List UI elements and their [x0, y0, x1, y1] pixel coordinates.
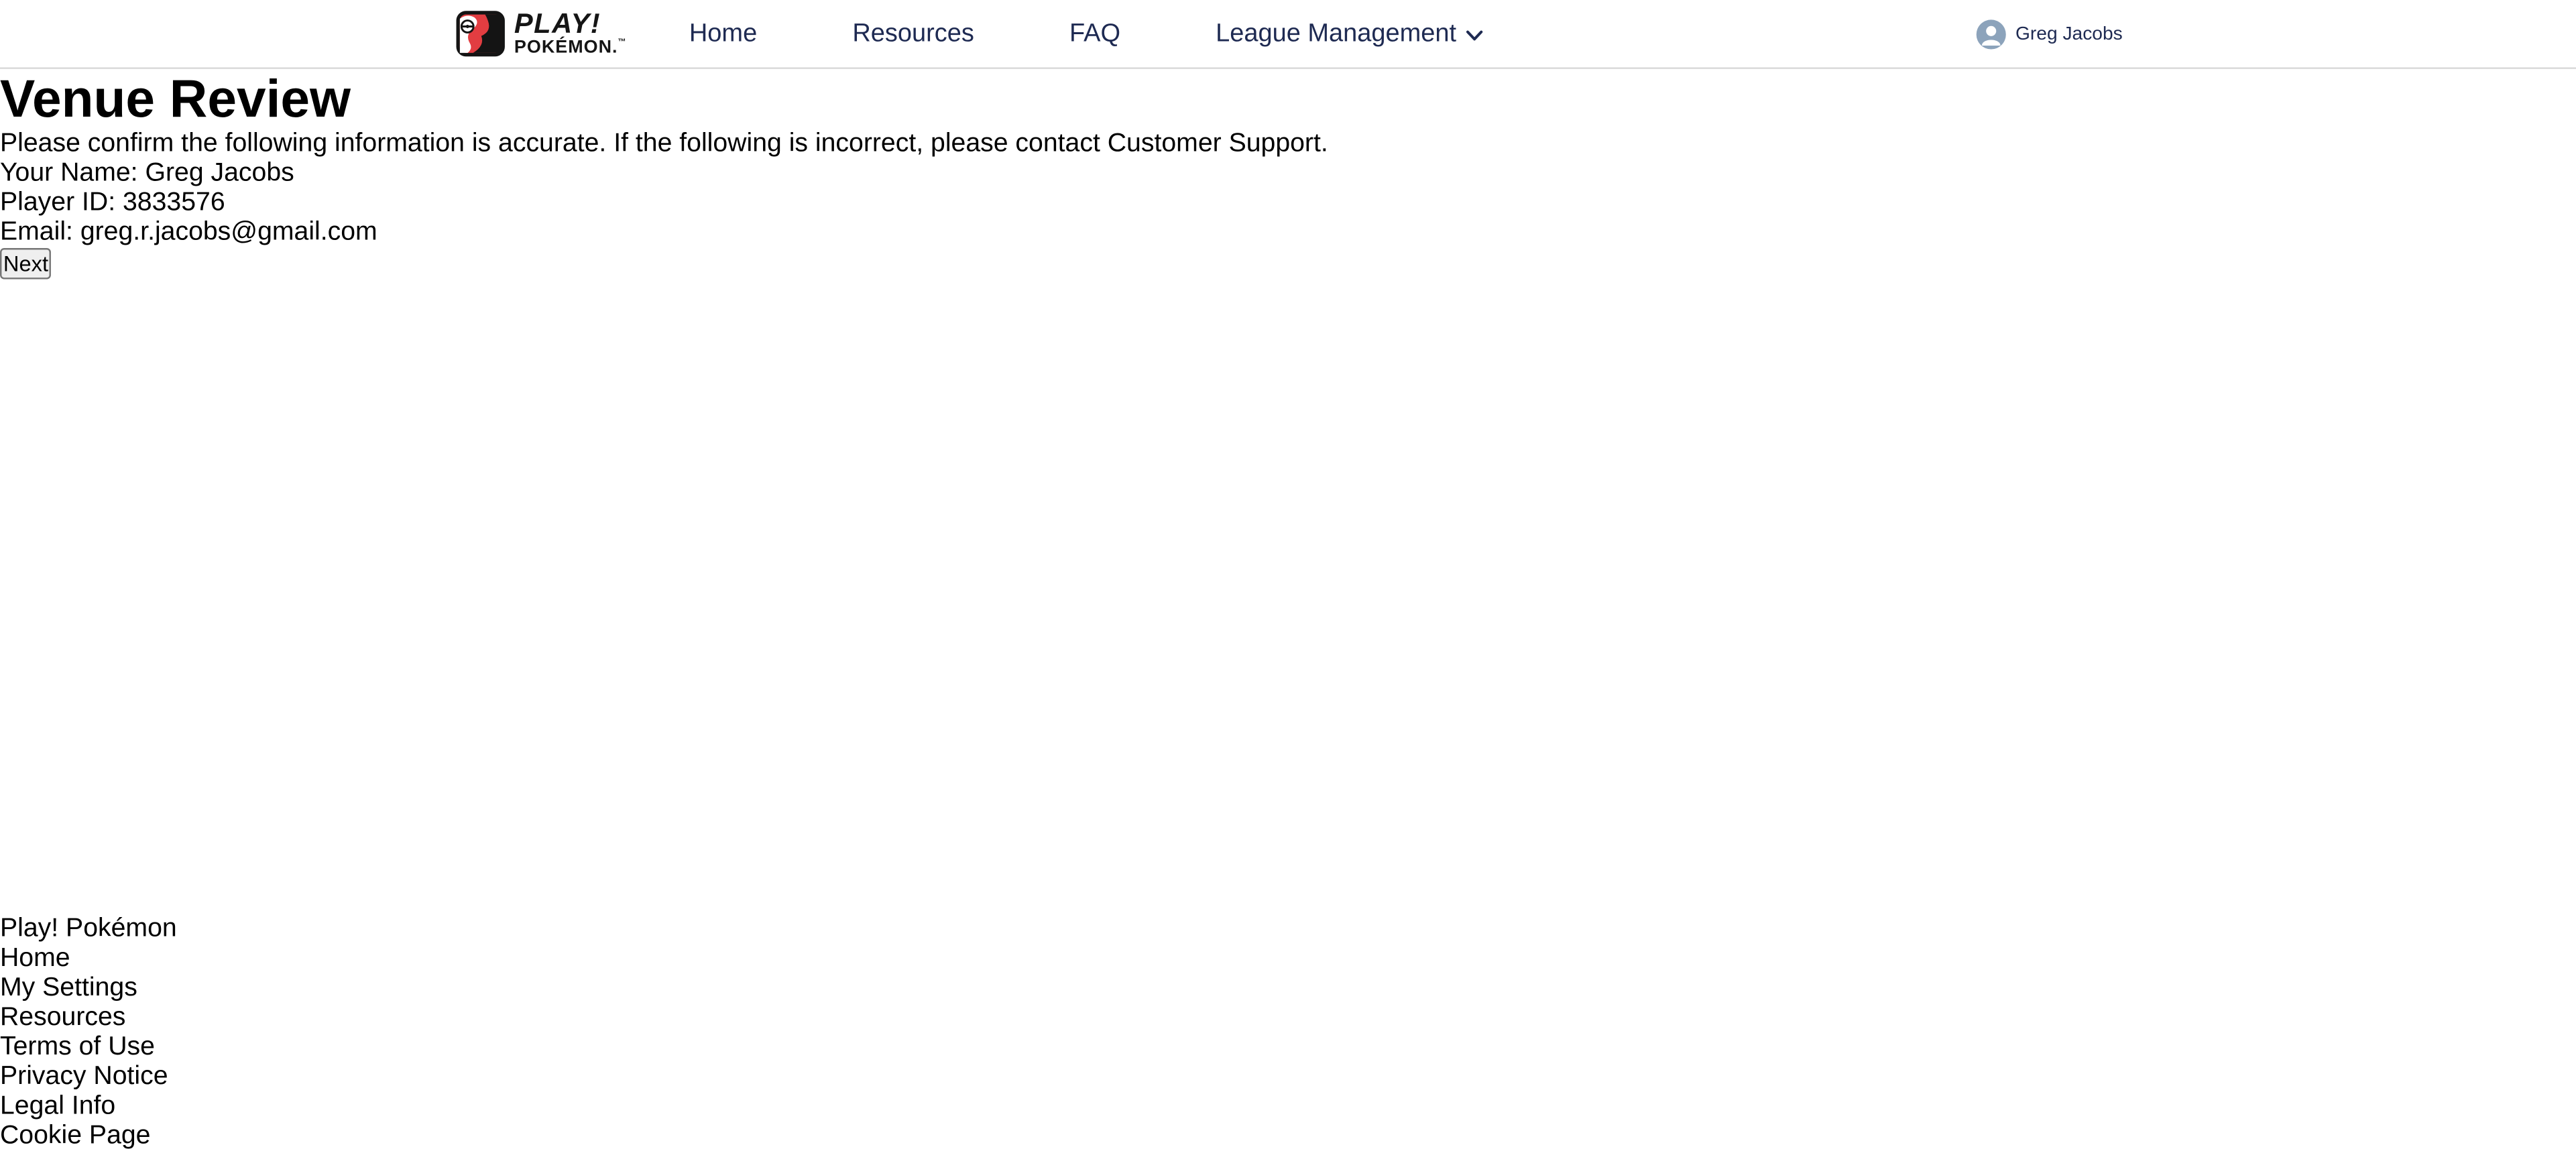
- play-pokemon-logo-icon: [453, 8, 508, 59]
- play-pokemon-logo[interactable]: PLAY! POKÉMON.™: [453, 8, 627, 59]
- footer-link-privacy-notice[interactable]: Privacy Notice: [0, 1063, 2576, 1092]
- footer-link-my-settings[interactable]: My Settings: [0, 974, 2576, 1004]
- card-footer: Next: [0, 248, 2576, 280]
- footer-col-resources: Resources Terms of Use Privacy Notice Le…: [0, 1004, 2576, 1149]
- footer-heading-resources: Resources: [0, 1004, 2576, 1033]
- content-panel: Venue Review Please confirm the followin…: [0, 69, 2576, 280]
- navbar-inner: PLAY! POKÉMON.™ Home Resources FAQ Leagu…: [453, 0, 2122, 67]
- user-menu[interactable]: Greg Jacobs: [1976, 19, 2123, 48]
- player-info: Your Name: Greg Jacobs Player ID: 383357…: [0, 160, 2576, 248]
- nav-item-league-management[interactable]: League Management: [1216, 19, 1484, 48]
- footer-heading-play-pokemon: Play! Pokémon: [0, 915, 2576, 945]
- page-footer: Play! Pokémon Home My Settings Resources…: [0, 915, 2576, 1149]
- footer-col-play-pokemon: Play! Pokémon Home My Settings: [0, 915, 2576, 1004]
- footer-links-play-pokemon: Home My Settings: [0, 945, 2576, 1004]
- footer-link-legal-info[interactable]: Legal Info: [0, 1092, 2576, 1122]
- page-title: Venue Review: [0, 69, 2576, 130]
- top-navbar: PLAY! POKÉMON.™ Home Resources FAQ Leagu…: [0, 0, 2576, 69]
- main-nav: Home Resources FAQ League Management: [689, 19, 1484, 48]
- next-button[interactable]: Next: [0, 248, 52, 280]
- main-background: Venue Review Please confirm the followin…: [0, 69, 2576, 915]
- nav-item-faq[interactable]: FAQ: [1069, 19, 1120, 48]
- player-id-line: Player ID: 3833576: [0, 189, 2576, 219]
- nav-item-home[interactable]: Home: [689, 19, 757, 48]
- footer-link-cookie-page[interactable]: Cookie Page: [0, 1122, 2576, 1149]
- logo-pokemon-text: POKÉMON.™: [514, 40, 627, 58]
- trademark-mark: ™: [618, 38, 627, 48]
- venue-review-card: Venue Review Please confirm the followin…: [0, 69, 2576, 280]
- footer-link-terms-of-use[interactable]: Terms of Use: [0, 1033, 2576, 1063]
- footer-link-home[interactable]: Home: [0, 945, 2576, 974]
- customer-support-link[interactable]: Customer Support: [1108, 130, 1321, 158]
- logo-play-text: PLAY!: [514, 10, 627, 38]
- player-name-line: Your Name: Greg Jacobs: [0, 160, 2576, 189]
- chevron-down-icon: [1466, 29, 1484, 42]
- nav-item-resources[interactable]: Resources: [852, 19, 974, 48]
- footer-links-resources: Terms of Use Privacy Notice Legal Info C…: [0, 1033, 2576, 1149]
- user-avatar-icon: [1976, 19, 2005, 48]
- page: PLAY! POKÉMON.™ Home Resources FAQ Leagu…: [0, 0, 2576, 1149]
- venue-review-card-body: Venue Review Please confirm the followin…: [0, 69, 2576, 248]
- play-pokemon-logo-text: PLAY! POKÉMON.™: [514, 10, 627, 58]
- user-name: Greg Jacobs: [2015, 24, 2123, 44]
- player-email-line: Email: greg.r.jacobs@gmail.com: [0, 219, 2576, 248]
- confirmation-text: Please confirm the following information…: [0, 130, 2576, 160]
